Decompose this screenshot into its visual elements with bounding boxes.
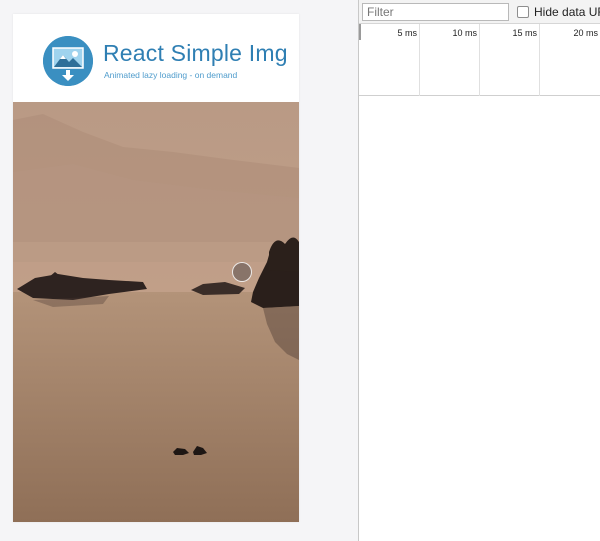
app-title: React Simple Img [103,40,288,66]
timeline-tick-label: 5 ms [397,28,417,38]
app-subtitle: Animated lazy loading - on demand [104,70,238,80]
timeline-overview[interactable]: 5 ms 10 ms 15 ms 20 ms [359,24,600,96]
network-panel: Hide data URLs 5 ms 10 ms 15 ms 20 ms [359,0,600,541]
filter-input[interactable] [362,3,509,21]
timeline-column: 15 ms [480,24,540,96]
timeline-tick-label: 20 ms [573,28,598,38]
lazy-loaded-image [13,102,299,522]
app-header: React Simple Img Animated lazy loading -… [13,14,299,102]
network-toolbar: Hide data URLs [359,0,600,24]
timeline-column: 10 ms [420,24,480,96]
timeline-column: 5 ms [359,24,420,96]
hide-data-urls-label: Hide data URLs [534,5,600,19]
mobile-preview: React Simple Img Animated lazy loading -… [13,14,299,522]
timeline-tick-label: 15 ms [512,28,537,38]
timeline-tick-label: 10 ms [452,28,477,38]
hide-data-urls-checkbox[interactable] [517,6,529,18]
timeline-column: 20 ms [540,24,600,96]
touch-cursor [232,262,252,282]
image-download-icon [43,36,93,86]
